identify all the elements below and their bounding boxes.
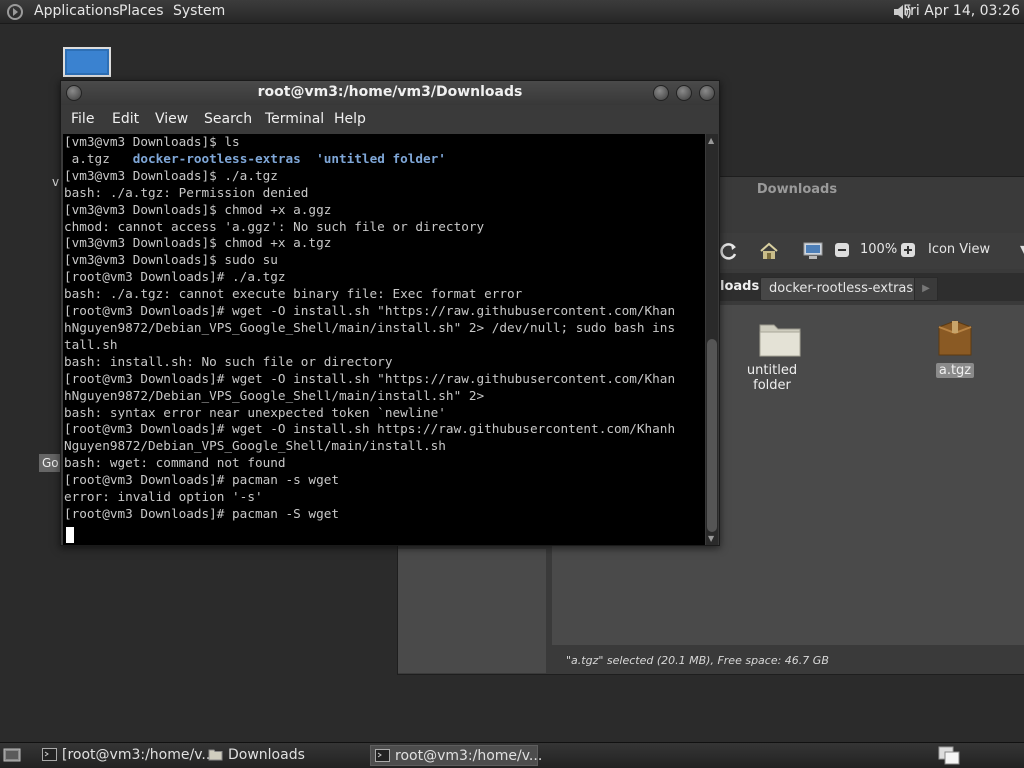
menu-file[interactable]: File [71, 111, 94, 127]
terminal-line: [root@vm3 Downloads]# pacman -S wget [64, 505, 339, 521]
breadcrumb-current[interactable]: loads [720, 279, 759, 294]
terminal-titlebar[interactable]: root@vm3:/home/vm3/Downloads [61, 81, 719, 105]
folder-icon [759, 324, 801, 357]
bottom-panel: [root@vm3:/home/v... Downloads root@vm3:… [0, 742, 1024, 768]
task-label: root@vm3:/home/v... [395, 748, 543, 764]
minimize-button[interactable] [653, 85, 669, 101]
zoom-in-button[interactable] [901, 243, 915, 257]
file-item-archive[interactable]: a.tgz [935, 319, 975, 378]
show-desktop-icon[interactable] [3, 747, 21, 763]
folder-icon [208, 749, 223, 761]
terminal-line: [root@vm3 Downloads]# wget -O install.sh… [64, 303, 676, 319]
file-item-folder[interactable]: untitled folder [747, 319, 812, 393]
menu-edit[interactable]: Edit [112, 111, 139, 127]
ls-dir: docker-rootless-extras [132, 150, 301, 166]
terminal-scrollbar[interactable]: ▲ ▼ [706, 134, 718, 545]
terminal-line: [root@vm3 Downloads]# pacman -s wget [64, 472, 339, 488]
terminal-icon [42, 748, 57, 761]
workspace-switcher-icon[interactable] [938, 746, 960, 765]
menu-applications[interactable]: Applications [34, 3, 120, 19]
zoom-level: 100% [860, 242, 898, 257]
menu-system[interactable]: System [173, 3, 225, 19]
computer-icon[interactable] [802, 241, 824, 261]
gnome-foot-icon[interactable] [6, 3, 24, 21]
file-label: untitled folder [746, 363, 798, 393]
menu-terminal[interactable]: Terminal [265, 111, 324, 127]
terminal-line: bash: ./a.tgz: cannot execute binary fil… [64, 286, 523, 302]
archive-icon [938, 320, 972, 356]
terminal-line: [vm3@vm3 Downloads]$ ls [64, 134, 240, 149]
menu-view[interactable]: View [155, 111, 188, 127]
scroll-up-icon[interactable]: ▲ [708, 136, 714, 145]
terminal-lines: [vm3@vm3 Downloads]$ ls a.tgz docker-roo… [64, 134, 675, 523]
reload-icon[interactable] [718, 241, 740, 261]
terminal-line: tall.sh [64, 336, 118, 352]
desktop-label-partial-go[interactable]: Go [39, 454, 61, 472]
menu-search[interactable]: Search [204, 111, 252, 127]
home-icon[interactable] [758, 241, 780, 261]
terminal-line: bash: install.sh: No such file or direct… [64, 353, 393, 369]
terminal-line: bash: ./a.tgz: Permission denied [64, 184, 309, 200]
terminal-line: [vm3@vm3 Downloads]$ sudo su [64, 252, 278, 268]
terminal-title: root@vm3:/home/vm3/Downloads [257, 84, 523, 100]
menu-help[interactable]: Help [334, 111, 366, 127]
file-label-wrap: a.tgz [935, 363, 975, 378]
close-button[interactable] [699, 85, 715, 101]
terminal-line: [vm3@vm3 Downloads]$ ./a.tgz [64, 167, 278, 183]
terminal-menubar: File Edit View Search Terminal Help [61, 105, 719, 133]
view-mode-select[interactable]: Icon View [928, 242, 990, 257]
zoom-out-button[interactable] [835, 243, 849, 257]
task-label: Downloads [228, 747, 305, 763]
terminal-line: chmod: cannot access 'a.ggz': No such fi… [64, 218, 485, 234]
ls-gap [301, 151, 316, 166]
terminal-line: bash: wget: command not found [64, 455, 286, 471]
terminal-line: hNguyen9872/Debian_VPS_Google_Shell/main… [64, 319, 676, 335]
terminal-line: hNguyen9872/Debian_VPS_Google_Shell/main… [64, 387, 485, 403]
clock[interactable]: Fri Apr 14, 03:26 [903, 3, 1020, 19]
ls-file: a.tgz [64, 150, 133, 166]
terminal-line: [root@vm3 Downloads]# wget -O install.sh… [64, 421, 676, 437]
ls-dir: 'untitled folder' [316, 150, 446, 166]
terminal-line: error: invalid option '-s' [64, 489, 263, 505]
menu-places[interactable]: Places [119, 3, 164, 19]
file-label-selected: a.tgz [935, 363, 975, 378]
scrollbar-thumb[interactable] [707, 339, 717, 532]
breadcrumb-docker-rootless-extras[interactable]: docker-rootless-extras [760, 277, 923, 301]
terminal-line: [root@vm3 Downloads]# wget -O install.sh… [64, 370, 676, 386]
terminal-line: [vm3@vm3 Downloads]$ chmod +x a.tgz [64, 235, 332, 251]
terminal-line: [vm3@vm3 Downloads]$ chmod +x a.ggz [64, 201, 332, 217]
computer-desktop-icon[interactable] [63, 47, 111, 79]
sidebar-pane [398, 549, 549, 673]
scroll-down-icon[interactable]: ▼ [708, 534, 714, 543]
status-text: "a.tgz" selected (20.1 MB), Free space: … [566, 654, 829, 667]
taskbar-task-terminal-1[interactable]: [root@vm3:/home/v... [38, 745, 215, 766]
terminal-window: root@vm3:/home/vm3/Downloads File Edit V… [60, 80, 720, 546]
chevron-down-icon[interactable]: ▼ [1020, 243, 1024, 256]
text-cursor [66, 527, 74, 543]
taskbar-task-terminal-2[interactable]: root@vm3:/home/v... [370, 745, 542, 766]
task-label: [root@vm3:/home/v... [62, 747, 215, 763]
terminal-line: Nguyen9872/Debian_VPS_Google_Shell/main/… [64, 438, 446, 454]
terminal-line: bash: syntax error near unexpected token… [64, 404, 446, 420]
terminal-output[interactable]: [vm3@vm3 Downloads]$ ls a.tgz docker-roo… [63, 134, 705, 545]
top-panel: Applications Places System Fri Apr 14, 0… [0, 0, 1024, 24]
taskbar-task-downloads[interactable]: Downloads [204, 745, 364, 766]
status-bar: "a.tgz" selected (20.1 MB), Free space: … [552, 649, 1024, 673]
maximize-button[interactable] [676, 85, 692, 101]
terminal-line: [root@vm3 Downloads]# ./a.tgz [64, 269, 286, 285]
breadcrumb-scroll-right-icon[interactable]: ▶ [914, 277, 938, 301]
ls-output-line: a.tgz docker-rootless-extras 'untitled f… [64, 151, 446, 166]
desktop-label-partial: v [52, 175, 60, 189]
terminal-icon [375, 749, 390, 762]
